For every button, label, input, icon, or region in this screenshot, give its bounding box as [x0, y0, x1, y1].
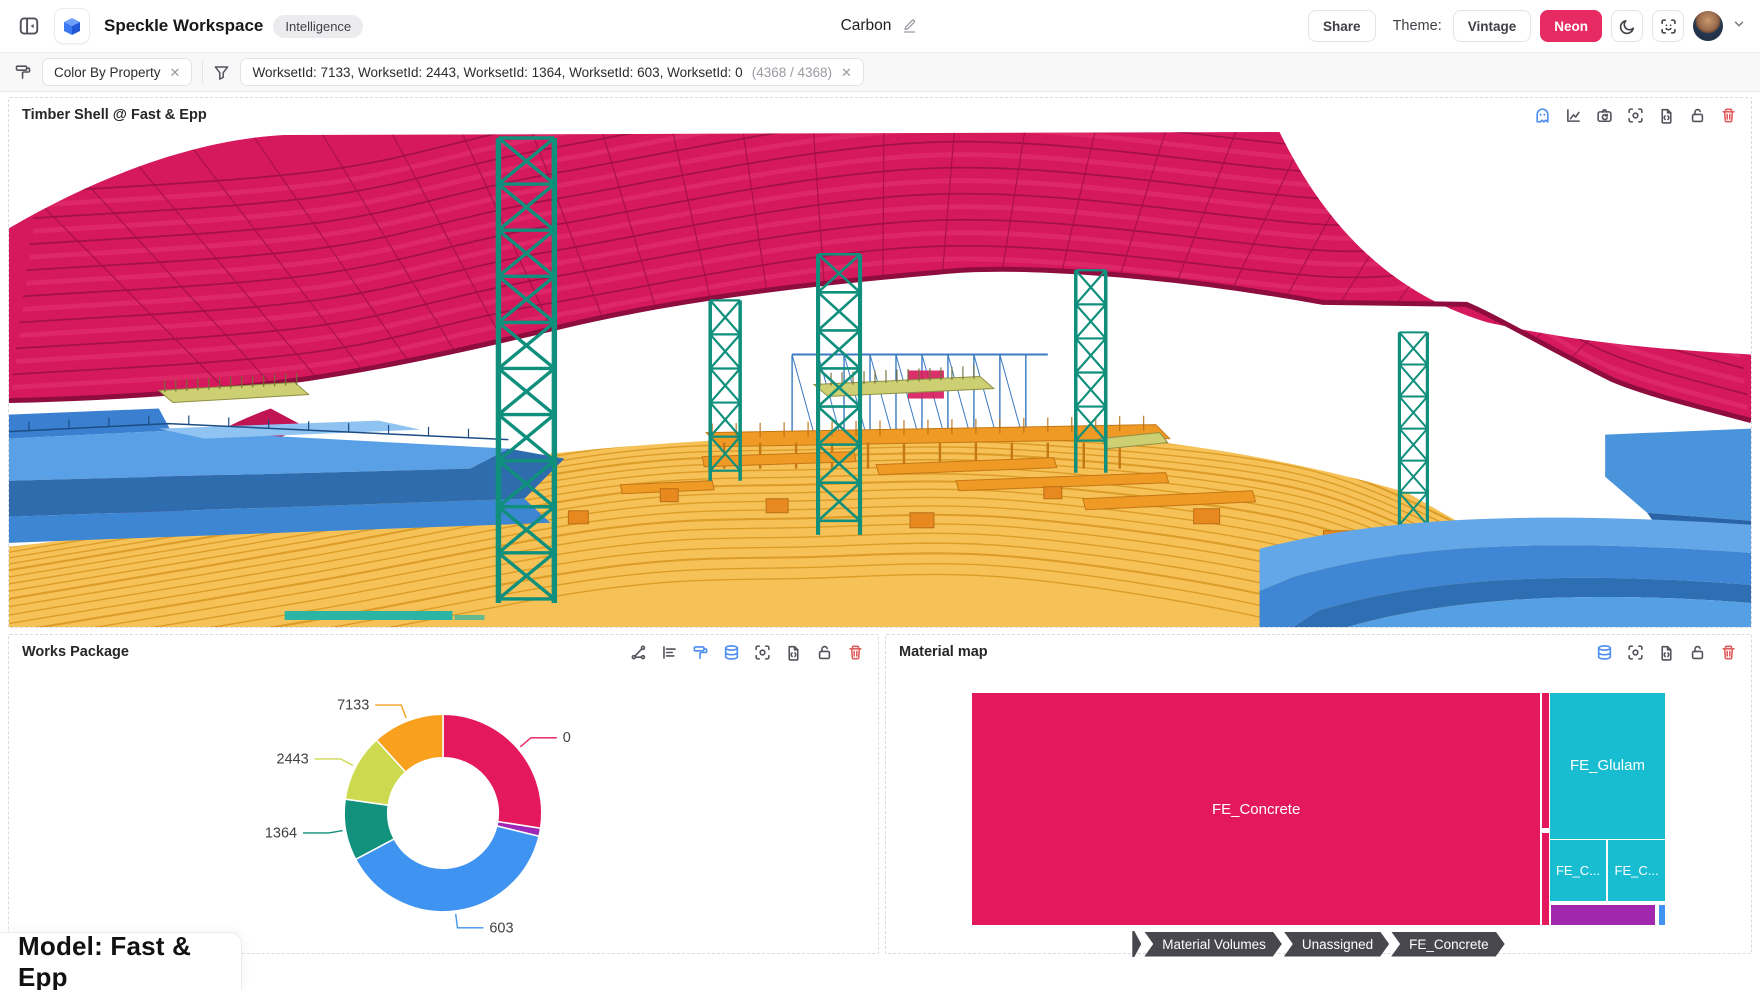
- chevron-down-icon[interactable]: [1732, 17, 1746, 36]
- workset-filter-label: WorksetId: 7133, WorksetId: 2443, Workse…: [252, 65, 742, 80]
- intelligence-badge: Intelligence: [273, 15, 363, 38]
- moon-icon[interactable]: [1611, 10, 1643, 42]
- breadcrumb-item[interactable]: Material Volumes: [1144, 932, 1282, 957]
- user-avatar[interactable]: [1693, 11, 1723, 41]
- paint-roller-icon[interactable]: [14, 63, 32, 81]
- color-chip-label: Color By Property: [54, 65, 161, 80]
- theme-label: Theme:: [1393, 18, 1442, 34]
- database-icon[interactable]: [721, 642, 741, 662]
- lock-icon[interactable]: [1687, 642, 1707, 662]
- model-label: Model: Fast & Epp: [18, 931, 241, 990]
- breadcrumb-item[interactable]: Unassigned: [1284, 932, 1389, 957]
- roller-icon[interactable]: [690, 642, 710, 662]
- donut-slice-0[interactable]: [443, 714, 542, 828]
- viewer-panel-title: Timber Shell @ Fast & Epp: [22, 107, 207, 123]
- divider: [202, 61, 203, 83]
- lock-icon[interactable]: [1687, 105, 1707, 125]
- workset-filter-chip[interactable]: WorksetId: 7133, WorksetId: 2443, Workse…: [240, 58, 863, 86]
- treemap-node-small[interactable]: [1659, 905, 1665, 925]
- database-icon[interactable]: [1594, 642, 1614, 662]
- theme-neon-button[interactable]: Neon: [1540, 10, 1602, 42]
- file-icon[interactable]: [783, 642, 803, 662]
- share-button[interactable]: Share: [1308, 10, 1376, 42]
- treemap-node-FE_C...[interactable]: FE_C...: [1550, 840, 1606, 901]
- donut-label: 1364: [265, 825, 297, 841]
- material-treemap[interactable]: FE_Concrete FE_Glulam FE_C... FE_C...: [972, 693, 1665, 925]
- breadcrumb-item[interactable]: FE_Concrete: [1391, 932, 1505, 957]
- funnel-icon[interactable]: [213, 64, 230, 81]
- close-icon[interactable]: ✕: [170, 66, 181, 79]
- treemap-node-label: FE_C...: [1556, 863, 1600, 878]
- top-bar: Speckle Workspace Intelligence Carbon Sh…: [0, 0, 1760, 52]
- trash-icon[interactable]: [1718, 105, 1738, 125]
- works-package-donut-chart[interactable]: 0 603 1364 2443 7133: [9, 669, 878, 953]
- treemap-node-label: FE_Glulam: [1570, 757, 1645, 774]
- treemap-node-small[interactable]: [1542, 693, 1548, 828]
- nodes-icon[interactable]: [628, 642, 648, 662]
- treemap-node-FE_Glulam[interactable]: FE_Glulam: [1550, 693, 1665, 839]
- workset-filter-count: (4368 / 4368): [752, 65, 832, 80]
- theme-vintage-button[interactable]: Vintage: [1453, 10, 1532, 42]
- scan-icon[interactable]: [1625, 105, 1645, 125]
- breadcrumb-stub: [1132, 931, 1141, 957]
- viewer-panel: Timber Shell @ Fast & Epp: [8, 97, 1752, 628]
- material-panel-title: Material map: [899, 644, 988, 660]
- treemap-node-small[interactable]: [1542, 833, 1548, 925]
- edit-pencil-icon[interactable]: [899, 16, 919, 36]
- document-title: Carbon: [841, 17, 892, 35]
- treemap-node-label: FE_Concrete: [1212, 801, 1300, 818]
- sidebar-toggle-icon[interactable]: [14, 11, 44, 41]
- works-panel-title: Works Package: [22, 644, 129, 660]
- scan-icon[interactable]: [1625, 642, 1645, 662]
- treemap-breadcrumb: Material VolumesUnassignedFE_Concrete: [886, 931, 1751, 957]
- left-blue-structure: [9, 409, 564, 543]
- donut-label: 603: [489, 920, 513, 936]
- file-icon[interactable]: [1656, 642, 1676, 662]
- treemap-node-FE_C...[interactable]: FE_C...: [1608, 840, 1665, 901]
- treemap-node-small[interactable]: [1551, 905, 1655, 925]
- treemap-node-label: FE_C...: [1615, 863, 1659, 878]
- camera-icon[interactable]: [1594, 105, 1614, 125]
- ghost-icon[interactable]: [1532, 105, 1552, 125]
- scan-icon[interactable]: [752, 642, 772, 662]
- 3d-model-viewport[interactable]: [9, 132, 1751, 627]
- speckle-logo[interactable]: [54, 8, 90, 44]
- model-label-card: Model: Fast & Epp: [0, 932, 242, 990]
- bars-icon[interactable]: [659, 642, 679, 662]
- filter-bar: Color By Property ✕ WorksetId: 7133, Wor…: [0, 52, 1760, 92]
- donut-label: 0: [563, 730, 571, 746]
- app-title: Speckle Workspace: [104, 16, 263, 36]
- donut-label: 2443: [277, 751, 309, 767]
- trash-icon[interactable]: [1718, 642, 1738, 662]
- close-icon[interactable]: ✕: [841, 66, 852, 79]
- trash-icon[interactable]: [845, 642, 865, 662]
- chart-icon[interactable]: [1563, 105, 1583, 125]
- donut-label: 7133: [337, 698, 369, 714]
- scan-face-icon[interactable]: [1652, 10, 1684, 42]
- color-by-property-chip[interactable]: Color By Property ✕: [42, 58, 192, 86]
- material-map-panel: Material map FE_Concrete FE_Glulam FE_C...…: [885, 634, 1752, 954]
- file-icon[interactable]: [1656, 105, 1676, 125]
- treemap-node-FE_Concrete[interactable]: FE_Concrete: [972, 693, 1540, 925]
- works-package-panel: Works Package 0 603 1364 2443 7133: [8, 634, 879, 954]
- lock-icon[interactable]: [814, 642, 834, 662]
